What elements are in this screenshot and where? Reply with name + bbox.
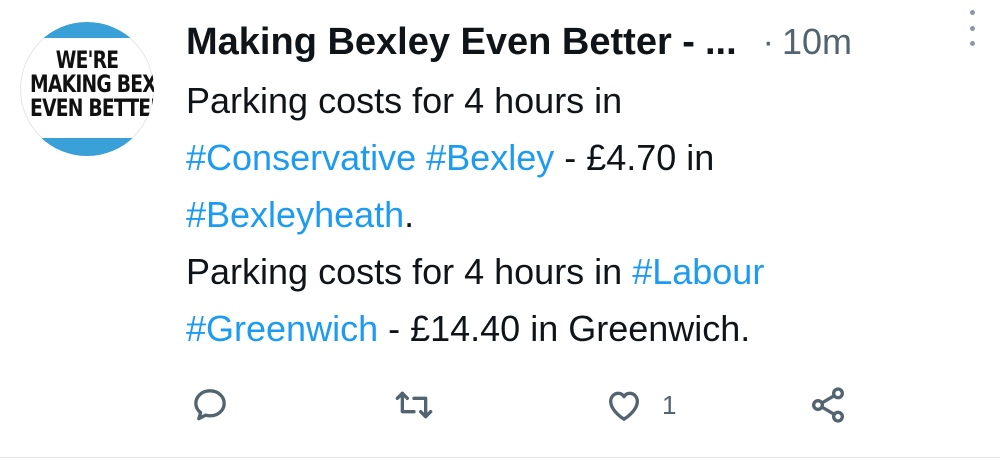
tweet-line-4: Parking costs for 4 hours in #Labour	[186, 243, 976, 300]
divider	[0, 457, 1000, 458]
tweet[interactable]: WE'RE MAKING BEXLEY EVEN BETTER Making B…	[0, 0, 1000, 460]
like-button[interactable]: 1	[604, 380, 676, 430]
tweet-text-segment: Parking costs for 4 hours in	[186, 251, 633, 292]
avatar-logo-line-3: EVEN BETTER	[30, 94, 154, 122]
tweet-text-segment: .	[404, 194, 415, 235]
avatar[interactable]: WE'RE MAKING BEXLEY EVEN BETTER	[20, 22, 154, 156]
time-separator: ·	[762, 22, 774, 61]
reply-button[interactable]	[190, 380, 230, 430]
hashtag-bexley[interactable]: #Bexley	[426, 137, 554, 178]
tweet-line-3: #Bexleyheath.	[186, 186, 976, 243]
avatar-band-bottom	[20, 138, 154, 156]
tweet-line-1: Parking costs for 4 hours in	[186, 72, 976, 129]
avatar-band-top	[20, 22, 154, 38]
tweet-text: Parking costs for 4 hours in #Conservati…	[186, 72, 976, 357]
author-name-truncation: ...	[704, 20, 737, 63]
more-options-icon[interactable]	[964, 10, 980, 46]
hashtag-bexleyheath[interactable]: #Bexleyheath	[186, 194, 404, 235]
hashtag-greenwich[interactable]: #Greenwich	[186, 308, 378, 349]
retweet-icon	[395, 391, 433, 419]
share-icon	[812, 387, 844, 423]
tweet-line-5: #Greenwich - £14.40 in Greenwich.	[186, 300, 976, 357]
tweet-text-segment: Parking costs for 4 hours in	[186, 80, 623, 121]
tweet-text-segment: - £4.70 in	[554, 137, 715, 178]
hashtag-labour[interactable]: #Labour	[632, 251, 764, 292]
hashtag-conservative[interactable]: #Conservative	[186, 137, 416, 178]
action-bar: 1	[0, 380, 1000, 430]
heart-icon	[609, 391, 639, 421]
reply-icon	[194, 389, 226, 421]
tweet-header: Making Bexley Even Better - ... · 10m	[186, 14, 986, 70]
avatar-logo-line-1: WE'RE	[55, 46, 119, 74]
more-dot	[969, 10, 975, 15]
avatar-logo: WE'RE MAKING BEXLEY EVEN BETTER	[30, 46, 154, 122]
more-dot	[969, 25, 975, 31]
author-name[interactable]: Making Bexley Even Better -	[186, 21, 695, 64]
timestamp[interactable]: 10m	[782, 21, 852, 63]
tweet-text-segment	[416, 137, 426, 178]
like-count: 1	[662, 389, 677, 420]
tweet-text-segment: - £14.40 in Greenwich.	[378, 308, 751, 349]
share-button[interactable]	[808, 380, 848, 430]
avatar-logo-line-2: MAKING BEXLEY	[30, 70, 154, 98]
more-dot	[969, 41, 975, 46]
tweet-line-2: #Conservative #Bexley - £4.70 in	[186, 129, 976, 186]
retweet-button[interactable]	[394, 380, 434, 430]
